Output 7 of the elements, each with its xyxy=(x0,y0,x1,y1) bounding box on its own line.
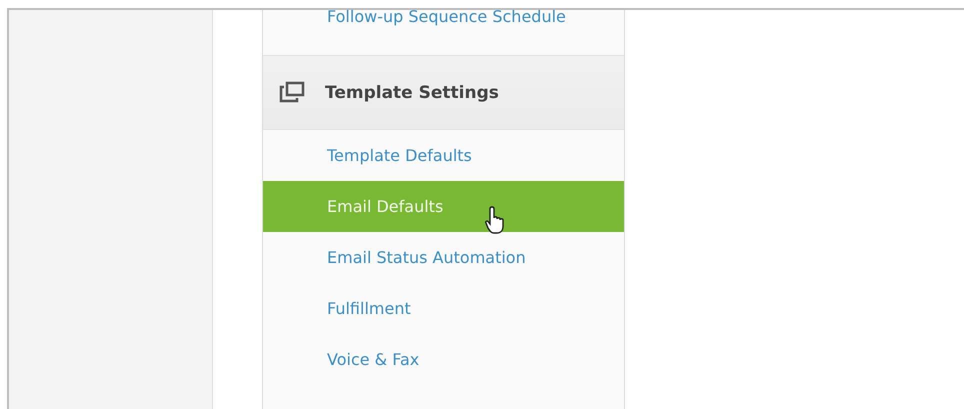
menu-item[interactable]: Fulfillment xyxy=(263,283,624,334)
menu-item[interactable]: Email Defaults xyxy=(263,181,624,232)
menu-item[interactable]: Template Defaults xyxy=(263,130,624,181)
menu-item[interactable]: Voice & Fax xyxy=(263,334,624,385)
menu-item[interactable]: Email Status Automation xyxy=(263,232,624,283)
section-title: Template Settings xyxy=(325,82,499,102)
windows-icon xyxy=(279,80,305,104)
